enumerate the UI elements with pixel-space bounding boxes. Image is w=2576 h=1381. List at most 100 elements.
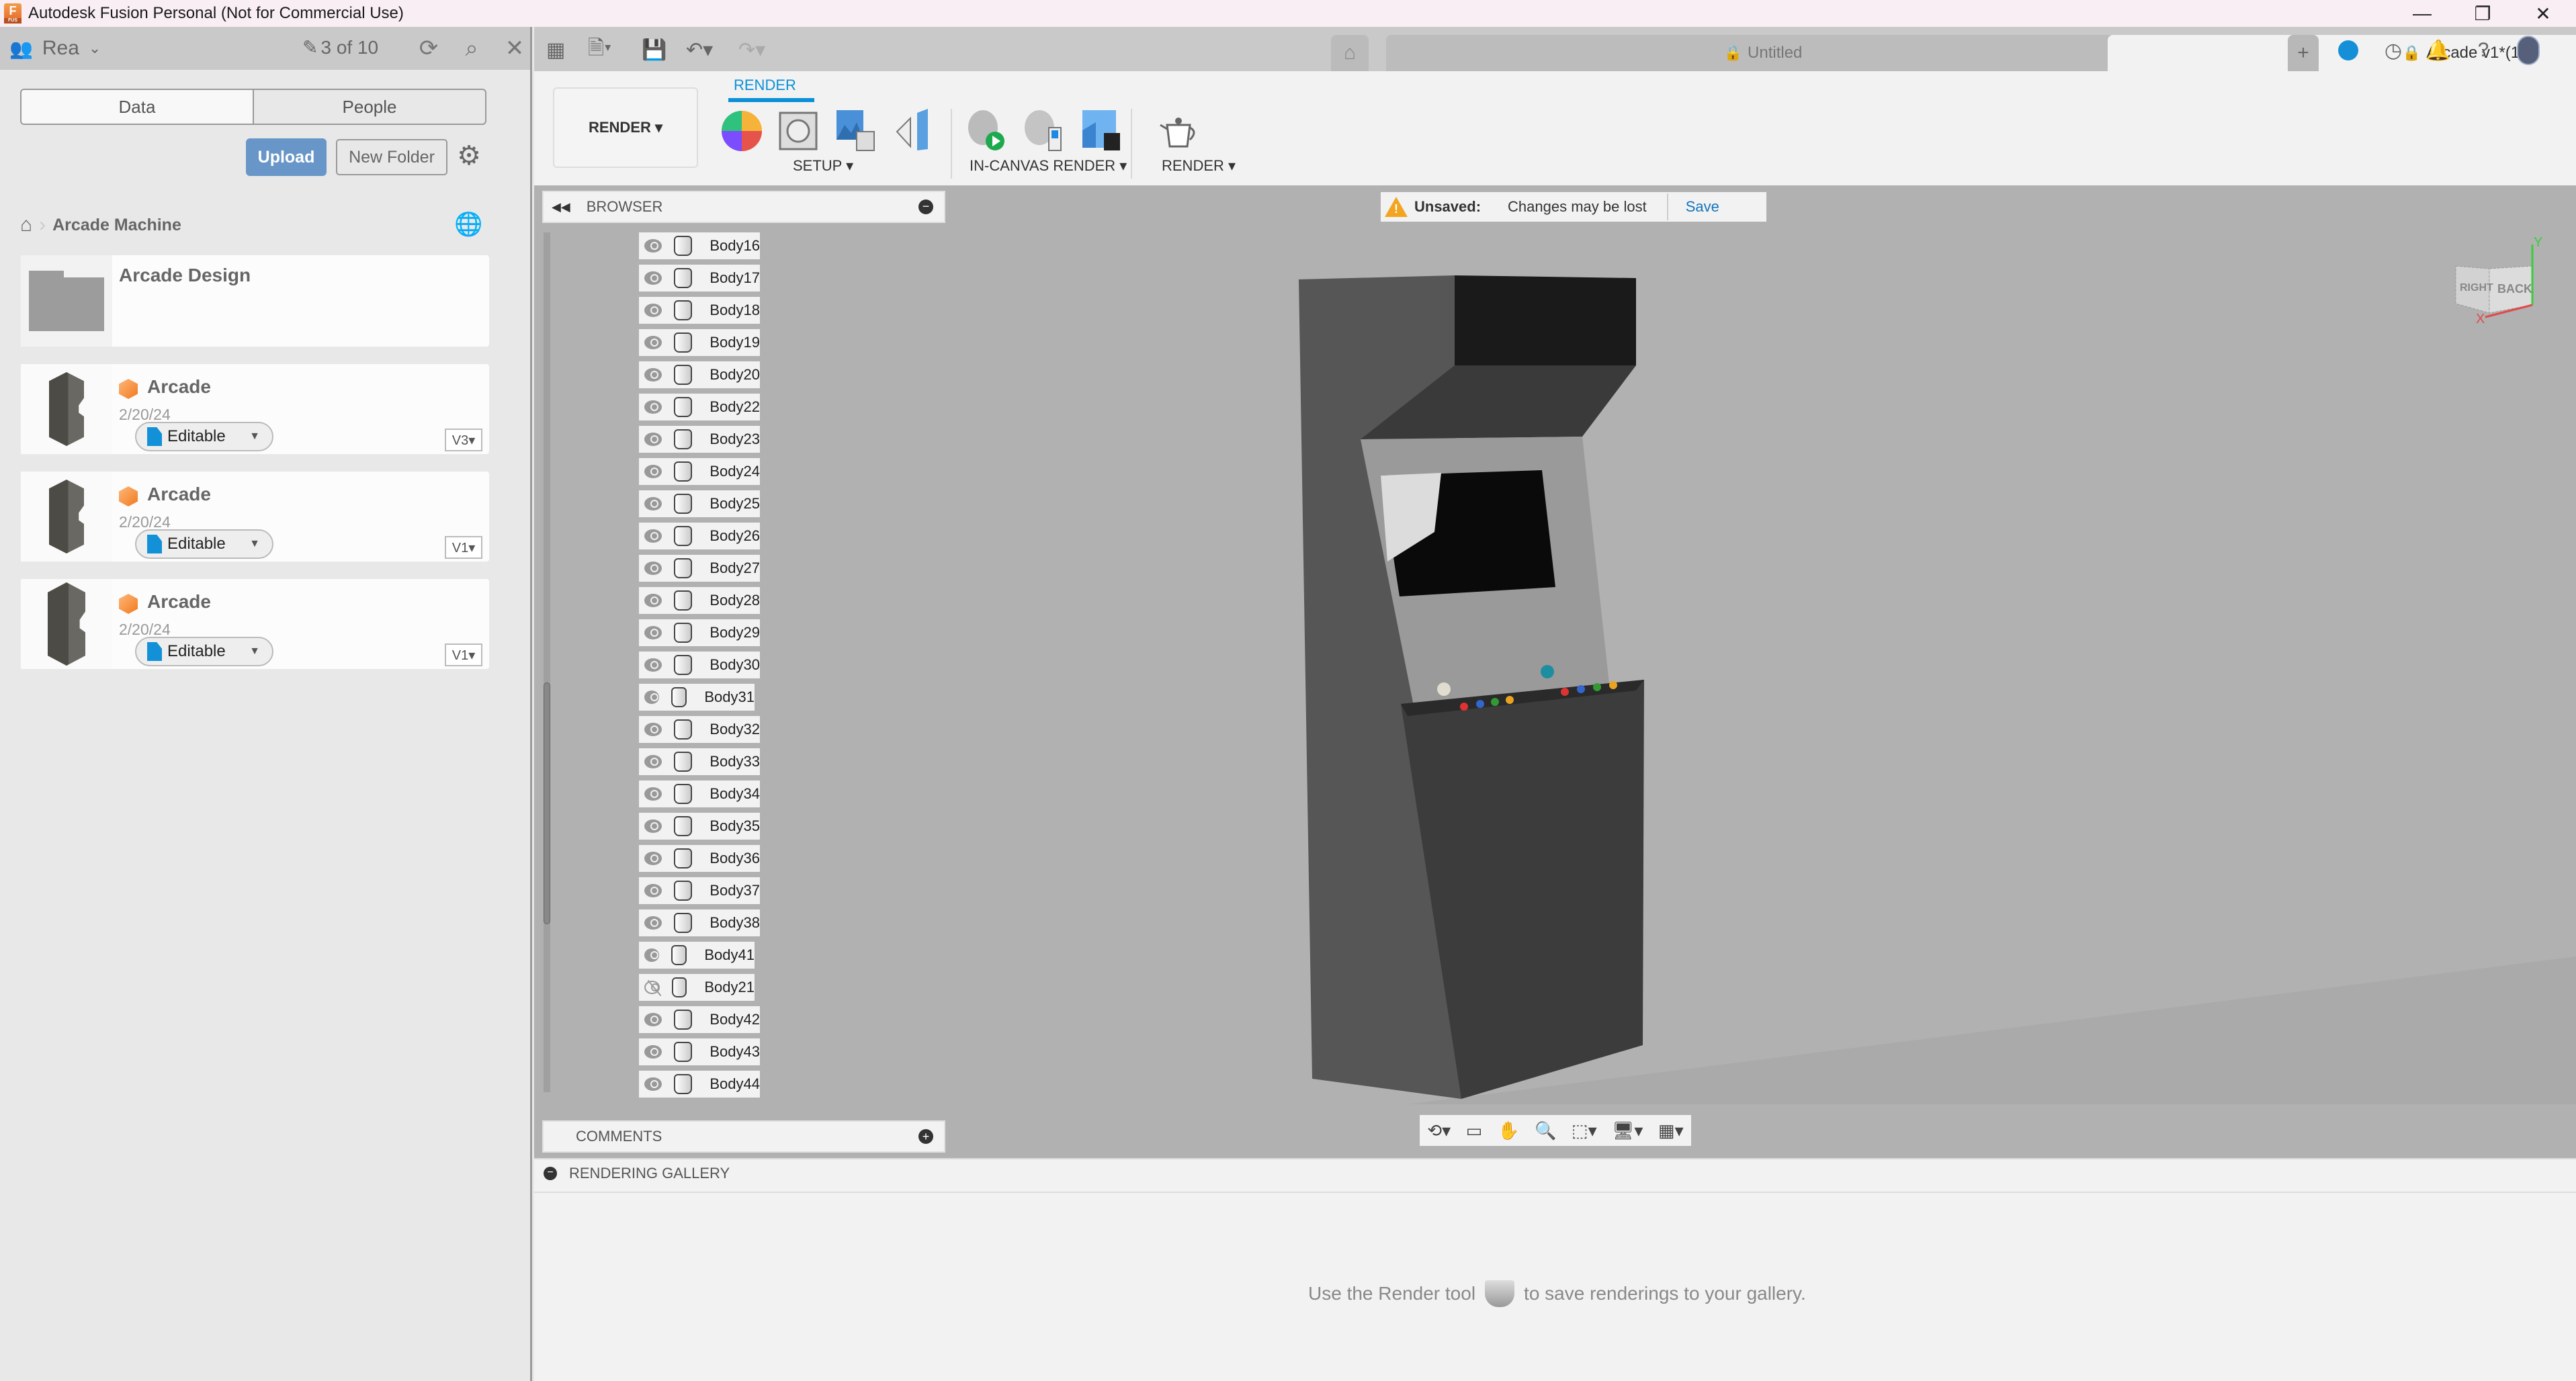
team-name[interactable]: Rea <box>42 37 79 60</box>
browser-body-row[interactable]: Body44 <box>639 1071 760 1098</box>
render-group-label[interactable]: RENDER ▾ <box>1162 157 1236 175</box>
eye-visible-icon[interactable] <box>644 336 662 349</box>
browser-body-row[interactable]: Body21 <box>639 974 755 1001</box>
close-window-button[interactable]: ✕ <box>2513 0 2573 27</box>
eye-visible-icon[interactable] <box>644 271 662 285</box>
browser-scrollbar-track[interactable] <box>544 232 550 1092</box>
browser-body-row[interactable]: Body30 <box>639 652 760 678</box>
design-card[interactable]: Arcade 2/20/24 Editable ▼ V3▾ <box>21 364 489 454</box>
eye-visible-icon[interactable] <box>644 368 662 382</box>
browser-body-row[interactable]: Body36 <box>639 845 760 872</box>
extensions-icon[interactable] <box>2333 35 2364 66</box>
scene-settings-icon[interactable] <box>776 109 820 153</box>
view-cube[interactable]: RIGHT BACK Y X <box>2442 235 2542 326</box>
in-canvas-render-icon[interactable] <box>964 109 1008 153</box>
restore-button[interactable]: ❐ <box>2452 0 2513 27</box>
setup-group-label[interactable]: SETUP ▾ <box>793 157 853 175</box>
home-tab-icon[interactable]: ⌂ <box>1331 35 1369 71</box>
save-icon[interactable]: 💾 <box>642 35 667 64</box>
browser-body-row[interactable]: Body19 <box>639 329 760 356</box>
viewcube-face-right[interactable]: RIGHT <box>2460 282 2493 294</box>
pan-hand-icon[interactable]: ✋ <box>1498 1120 1519 1141</box>
render-teapot-icon[interactable] <box>1156 109 1201 153</box>
zoom-icon[interactable]: 🔍 <box>1535 1120 1556 1141</box>
browser-body-row[interactable]: Body27 <box>639 555 760 582</box>
design-card[interactable]: Arcade 2/20/24 Editable ▼ V1▾ <box>21 472 489 562</box>
eye-visible-icon[interactable] <box>644 658 662 672</box>
orbit-icon[interactable]: ⟲▾ <box>1427 1120 1451 1141</box>
capture-image-icon[interactable] <box>1080 109 1124 153</box>
minimize-button[interactable]: — <box>2392 0 2452 27</box>
browser-body-row[interactable]: Body43 <box>639 1038 760 1065</box>
eye-visible-icon[interactable] <box>644 916 662 930</box>
globe-view-icon[interactable]: 🌐 <box>454 211 482 238</box>
save-link[interactable]: Save <box>1686 198 1719 216</box>
eye-visible-icon[interactable] <box>644 465 662 478</box>
grid-settings-icon[interactable]: ▦▾ <box>1658 1120 1684 1141</box>
close-panel-icon[interactable]: ✕ <box>500 34 529 63</box>
browser-body-row[interactable]: Body32 <box>639 716 760 743</box>
eye-visible-icon[interactable] <box>644 723 662 736</box>
browser-body-row[interactable]: Body16 <box>639 232 760 259</box>
add-comment-icon[interactable]: + <box>918 1129 933 1144</box>
workspace-switcher[interactable]: RENDER ▾ <box>553 87 698 168</box>
home-icon[interactable]: ⌂ <box>20 214 32 236</box>
display-settings-icon[interactable]: 🖥▾ <box>1612 1120 1643 1141</box>
browser-body-row[interactable]: Body24 <box>639 458 760 485</box>
gear-icon[interactable]: ⚙ <box>454 140 484 172</box>
viewcube-face-back[interactable]: BACK <box>2497 282 2532 296</box>
eye-visible-icon[interactable] <box>644 529 662 543</box>
decal-icon[interactable] <box>890 109 935 153</box>
eye-visible-icon[interactable] <box>644 497 662 510</box>
eye-visible-icon[interactable] <box>644 690 660 704</box>
browser-minimize-icon[interactable]: − <box>918 199 933 214</box>
browser-body-row[interactable]: Body29 <box>639 619 760 646</box>
browser-body-row[interactable]: Body23 <box>639 426 760 453</box>
arcade-cabinet-model[interactable] <box>1293 266 1670 1112</box>
eye-visible-icon[interactable] <box>644 239 662 253</box>
browser-body-row[interactable]: Body34 <box>639 781 760 807</box>
tab-untitled[interactable]: 🔒 Untitled ✕ <box>1386 35 2140 71</box>
app-grid-icon[interactable]: ▦ <box>546 35 565 64</box>
job-status-clock-icon[interactable]: ◷ <box>2378 35 2409 66</box>
version-dropdown[interactable]: V1▾ <box>445 536 482 559</box>
tab-people[interactable]: People <box>254 90 485 124</box>
eye-visible-icon[interactable] <box>644 400 662 414</box>
browser-body-row[interactable]: Body20 <box>639 361 760 388</box>
browser-body-row[interactable]: Body42 <box>639 1006 760 1033</box>
eye-visible-icon[interactable] <box>644 948 660 962</box>
new-tab-icon[interactable]: + <box>2288 35 2319 71</box>
new-folder-button[interactable]: New Folder <box>336 139 447 175</box>
version-dropdown[interactable]: V1▾ <box>445 643 482 666</box>
editable-dropdown[interactable]: Editable ▼ <box>135 422 273 451</box>
eye-visible-icon[interactable] <box>644 755 662 768</box>
editable-dropdown[interactable]: Editable ▼ <box>135 637 273 666</box>
browser-body-row[interactable]: Body28 <box>639 587 760 614</box>
in-canvas-render-settings-icon[interactable] <box>1022 109 1066 153</box>
search-icon[interactable]: ⌕ <box>457 34 486 63</box>
fit-window-icon[interactable]: ⬚▾ <box>1572 1120 1597 1141</box>
browser-body-row[interactable]: Body26 <box>639 523 760 549</box>
3d-canvas-viewport[interactable]: ◀◀ BROWSER − Body16 Body17 Body18 Body19 Bod… <box>534 185 2576 1158</box>
browser-body-row[interactable]: Body33 <box>639 748 760 775</box>
tab-data[interactable]: Data <box>22 90 254 124</box>
design-card[interactable]: Arcade 2/20/24 Editable ▼ V1▾ <box>21 579 489 669</box>
texture-map-icon[interactable] <box>834 109 878 153</box>
undo-icon[interactable]: ↶▾ <box>686 35 713 64</box>
appearance-icon[interactable] <box>720 109 764 153</box>
folder-card[interactable]: Arcade Design <box>21 255 489 347</box>
eye-visible-icon[interactable] <box>644 819 662 833</box>
eye-visible-icon[interactable] <box>644 1077 662 1091</box>
chevron-down-icon[interactable]: ⌄ <box>89 40 101 57</box>
notifications-bell-icon[interactable]: 🔔 <box>2423 35 2454 66</box>
eye-visible-icon[interactable] <box>644 787 662 801</box>
eye-visible-icon[interactable] <box>644 884 662 897</box>
upload-button[interactable]: Upload <box>246 138 327 176</box>
browser-body-row[interactable]: Body22 <box>639 394 760 420</box>
version-dropdown[interactable]: V3▾ <box>445 429 482 451</box>
refresh-icon[interactable]: ⟳ <box>414 34 443 63</box>
help-icon[interactable]: ? <box>2468 35 2499 66</box>
eye-visible-icon[interactable] <box>644 594 662 607</box>
eye-visible-icon[interactable] <box>644 433 662 446</box>
browser-body-row[interactable]: Body25 <box>639 490 760 517</box>
